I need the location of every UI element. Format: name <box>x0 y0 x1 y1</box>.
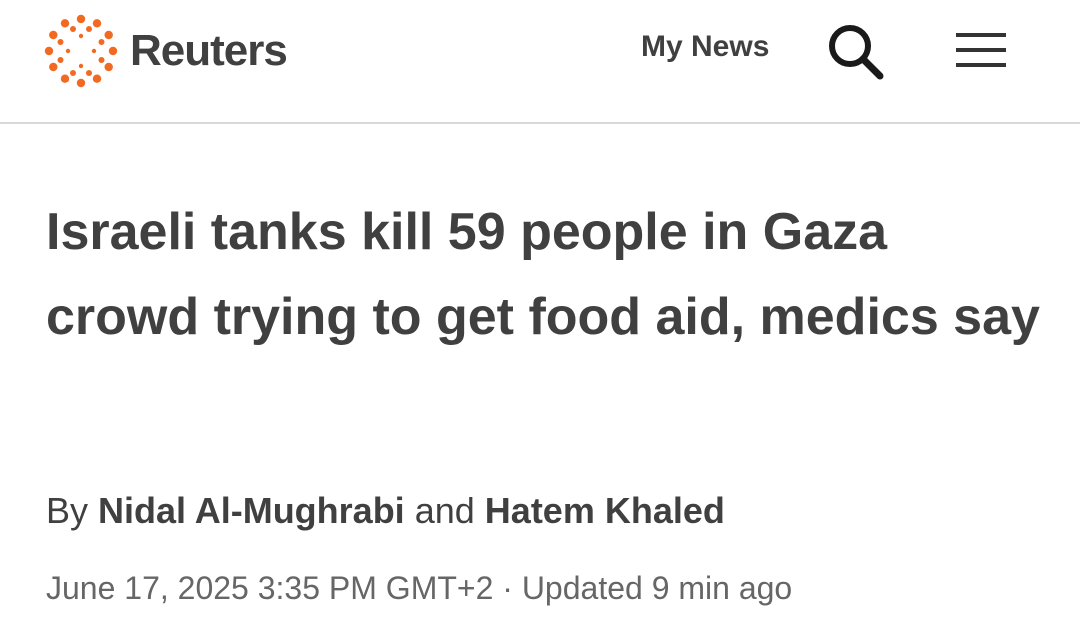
byline-prefix: By <box>46 490 89 531</box>
search-icon <box>829 25 884 80</box>
article-headline: Israeli tanks kill 59 people in Gaza cro… <box>46 203 1040 346</box>
brand-name: Reuters <box>130 26 288 75</box>
my-news-link[interactable]: My News <box>641 30 769 64</box>
dateline-separator: · <box>502 570 513 606</box>
article-byline: By Nidal Al-Mughrabi and Hatem Khaled <box>46 490 725 532</box>
byline-joiner: and <box>414 490 475 531</box>
publish-date: June 17, 2025 3:35 PM GMT+2 <box>46 570 494 606</box>
article-dateline: June 17, 2025 3:35 PM GMT+2 · Updated 9 … <box>46 570 792 607</box>
site-header: Reuters My News <box>0 0 1080 124</box>
hamburger-menu-icon <box>956 33 1006 67</box>
author-link-2[interactable]: Hatem Khaled <box>485 490 725 531</box>
updated-time: Updated 9 min ago <box>521 570 793 606</box>
search-button[interactable] <box>826 22 886 82</box>
menu-button[interactable] <box>954 30 1008 70</box>
author-link-1[interactable]: Nidal Al-Mughrabi <box>98 490 405 531</box>
reuters-logo-icon <box>44 14 118 88</box>
reuters-logo[interactable]: Reuters <box>44 14 288 88</box>
